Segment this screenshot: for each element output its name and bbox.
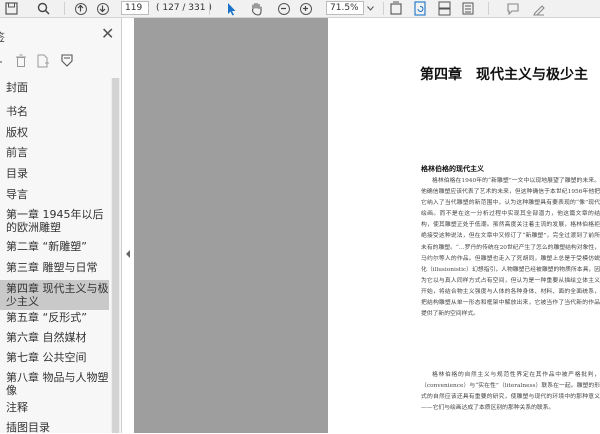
page-count-label: ( 127 / 331 ) [156,3,212,13]
toolbar-divider [488,2,489,15]
zoom-level-select[interactable]: 71.5% [326,1,364,15]
bookmark-item[interactable]: 第八章 物品与人物塑像 [0,371,109,397]
search-icon[interactable] [37,0,50,17]
bookmark-options-icon[interactable] [59,54,75,68]
bookmark-item[interactable]: 目录 [0,167,109,180]
bookmark-item[interactable]: 第五章 “反形式” [0,311,109,324]
bookmark-item[interactable]: 注释 [0,401,109,414]
two-page-view-icon[interactable] [438,0,451,17]
next-page-button[interactable] [97,0,109,17]
section-heading: 格林伯格的现代主义 [421,165,484,173]
bookmark-item[interactable]: 版权 [0,126,109,139]
collapse-sidebar-icon[interactable] [126,250,130,258]
bookmark-item[interactable]: 插图目录 [0,421,109,434]
bookmark-item[interactable]: 导言 [0,188,109,201]
chapter-title: 第四章 现代主义与极少主 [420,67,588,83]
previous-page-button[interactable] [75,0,87,17]
page-number-input[interactable]: 119 [121,1,149,15]
bookmark-item-selected[interactable]: 第四章 现代主义与极少主义 [0,280,109,310]
bookmarks-sidebar: 签 ✕ 封面 书名 版权 前言 目录 导言 第一章 1945年以后的欧洲雕塑 第… [0,18,122,434]
comment-icon[interactable] [506,0,520,17]
sidebar-title: 签 [0,29,5,45]
body-paragraph: 格林伯格在1940年的“新雕塑”一文中以现地展望了雕塑的未来。他确信雕塑应该代表… [421,178,600,318]
expand-arrow-icon[interactable] [0,56,4,68]
toolbar: 119 ( 127 / 331 ) 71.5% [0,0,600,18]
continuous-scroll-icon[interactable] [462,0,474,17]
arrow-up-icon [75,2,87,15]
sidebar-scrollbar[interactable] [111,78,120,433]
highlight-pen-icon[interactable] [532,0,546,17]
document-canvas-background [134,18,328,433]
body-paragraph: 格林伯格的自然主义与规范性界定在其作品中被严格批判，（convenience）与… [421,372,600,412]
rotate-page-icon[interactable] [414,0,426,17]
add-bookmark-icon[interactable] [36,54,50,68]
bookmark-item[interactable]: 第六章 自然媒材 [0,331,109,344]
document-page: 第四章 现代主义与极少主 格林伯格的现代主义 格林伯格在1940年的“新雕塑”一… [328,18,600,433]
close-icon[interactable]: ✕ [101,26,114,42]
sidebar-splitter[interactable] [122,18,134,433]
bookmark-item[interactable]: 第二章 “新雕塑” [0,240,109,253]
arrow-down-icon [97,2,109,15]
sidebar-header: 签 ✕ [0,25,121,45]
save-icon[interactable] [5,0,18,17]
toolbar-divider [209,2,210,15]
sidebar-scrollbar-thumb[interactable] [112,78,119,433]
select-cursor-icon[interactable] [226,0,237,17]
bookmark-item[interactable]: 书名 [0,105,109,118]
delete-bookmark-icon[interactable] [15,54,27,68]
bookmark-item[interactable]: 第三章 雕塑与日常 [0,261,109,274]
bookmark-item[interactable]: 第七章 公共空间 [0,351,109,364]
zoom-out-button[interactable] [278,0,290,17]
bookmark-item[interactable]: 封面 [0,81,109,94]
toolbar-divider [383,2,384,15]
zoom-dropdown-icon[interactable] [367,0,374,17]
plus-icon [300,2,312,15]
toolbar-divider [64,2,65,15]
zoom-in-button[interactable] [300,0,312,17]
sidebar-tools [0,54,121,72]
bookmark-item[interactable]: 第一章 1945年以后的欧洲雕塑 [0,208,109,234]
fit-page-icon[interactable] [390,0,402,17]
bookmark-item[interactable]: 前言 [0,146,109,159]
hand-tool-icon[interactable] [250,0,263,17]
minus-icon [278,2,290,15]
